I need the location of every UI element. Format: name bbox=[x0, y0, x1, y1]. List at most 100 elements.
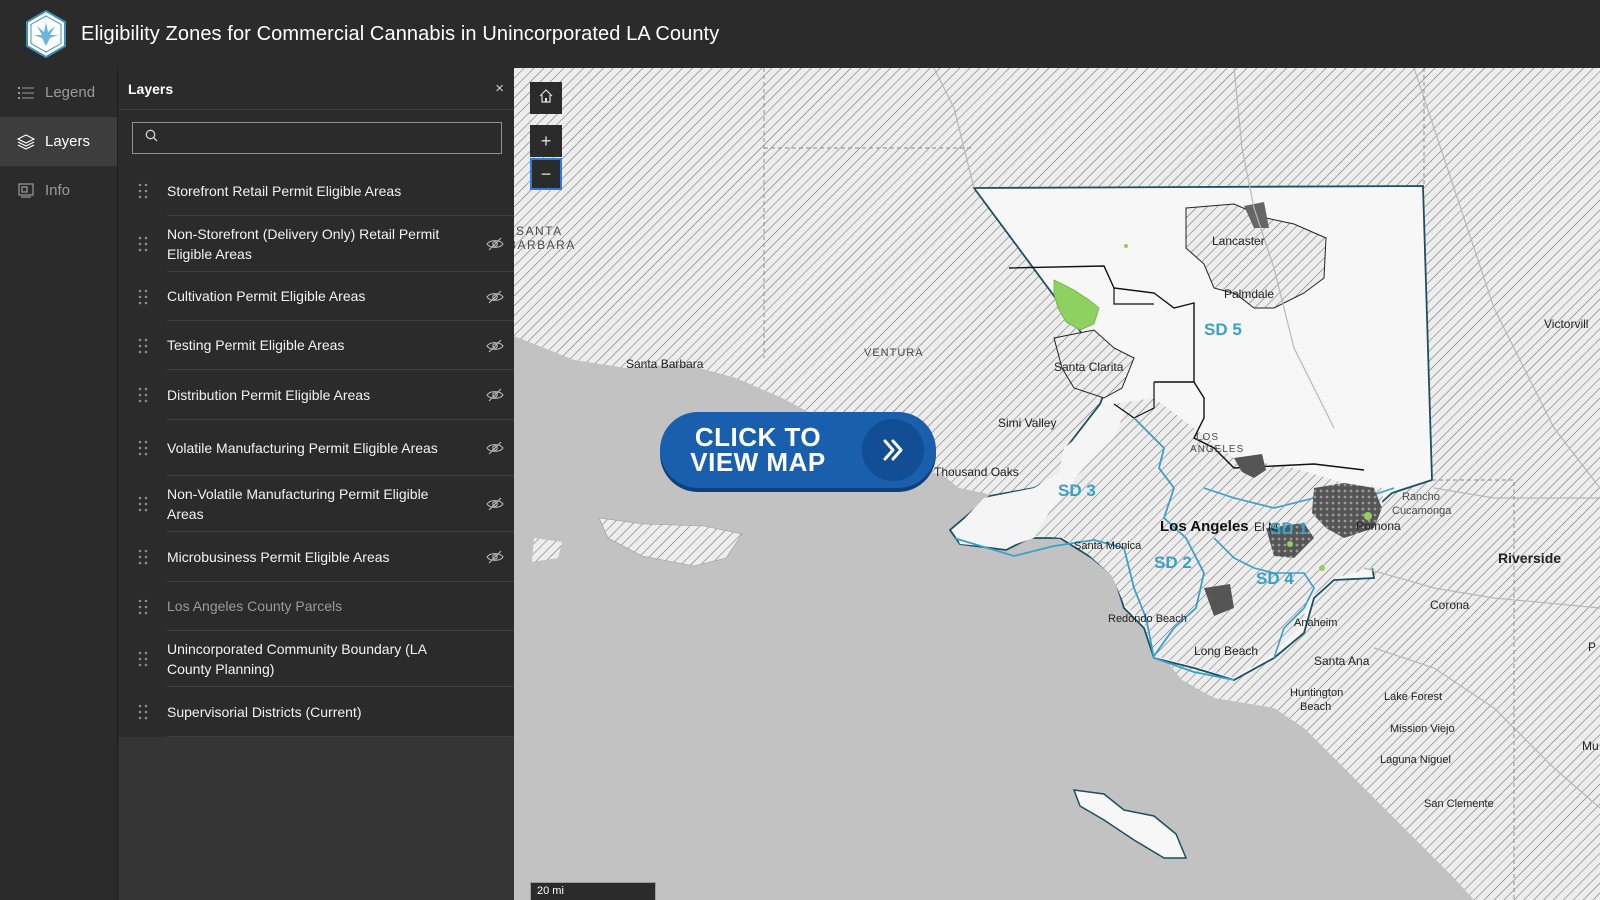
drag-handle-icon[interactable] bbox=[119, 704, 167, 720]
map-label-victorville: Victorvill bbox=[1544, 317, 1588, 331]
cannabis-logo-icon bbox=[24, 10, 68, 58]
visibility-off-icon[interactable] bbox=[486, 550, 504, 564]
map-label-santa-barbara-county: SANTA bbox=[516, 224, 563, 238]
rail-item-legend[interactable]: Legend bbox=[0, 68, 117, 117]
layer-item[interactable]: Los Angeles County Parcels bbox=[119, 582, 514, 631]
map-label-sd2: SD 2 bbox=[1154, 553, 1192, 572]
map-label-pomona: Pomona bbox=[1356, 519, 1401, 533]
map-label-laguna-niguel: Laguna Niguel bbox=[1380, 754, 1451, 766]
drag-handle-icon[interactable] bbox=[119, 651, 167, 667]
map-label-lancaster: Lancaster bbox=[1212, 234, 1265, 248]
map-label-san-clemente: San Clemente bbox=[1424, 798, 1494, 810]
layer-label: Unincorporated Community Boundary (LA Co… bbox=[167, 631, 514, 687]
list-icon bbox=[17, 84, 35, 102]
map-label-mission-viejo: Mission Viejo bbox=[1390, 723, 1455, 735]
layer-item[interactable]: Non-Storefront (Delivery Only) Retail Pe… bbox=[119, 216, 514, 272]
layers-icon bbox=[17, 133, 35, 151]
map-label-huntington: Huntington bbox=[1290, 687, 1343, 699]
map-label-thousand-oaks: Thousand Oaks bbox=[934, 465, 1019, 479]
drag-handle-icon[interactable] bbox=[119, 549, 167, 565]
layer-label: Non-Storefront (Delivery Only) Retail Pe… bbox=[167, 216, 514, 272]
visibility-off-icon[interactable] bbox=[486, 290, 504, 304]
visibility-off-icon[interactable] bbox=[486, 497, 504, 511]
map-label-anaheim: Anaheim bbox=[1294, 617, 1337, 629]
layer-item[interactable]: Non-Volatile Manufacturing Permit Eligib… bbox=[119, 476, 514, 532]
layer-label: Los Angeles County Parcels bbox=[167, 582, 514, 631]
visibility-off-icon[interactable] bbox=[486, 388, 504, 402]
rail-item-label: Info bbox=[45, 182, 71, 199]
search-icon bbox=[145, 129, 158, 147]
layers-panel: Layers × Storefront Retail Permit Eligib… bbox=[119, 68, 514, 900]
info-card-icon bbox=[17, 182, 35, 200]
map-label-santa-clarita: Santa Clarita bbox=[1054, 360, 1124, 374]
layer-label: Distribution Permit Eligible Areas bbox=[167, 370, 514, 420]
layer-item[interactable]: Storefront Retail Permit Eligible Areas bbox=[119, 166, 514, 216]
map-label-p-edge: P bbox=[1588, 640, 1596, 654]
visibility-off-icon[interactable] bbox=[486, 237, 504, 251]
map-label-santa-monica: Santa Monica bbox=[1074, 540, 1142, 552]
layer-item[interactable]: Cultivation Permit Eligible Areas bbox=[119, 272, 514, 321]
drag-handle-icon[interactable] bbox=[119, 338, 167, 354]
map-label-santa-barbara: Santa Barbara bbox=[626, 357, 704, 371]
drag-handle-icon[interactable] bbox=[119, 496, 167, 512]
map-label-santa-ana: Santa Ana bbox=[1314, 654, 1370, 668]
layer-search-input[interactable] bbox=[166, 130, 486, 146]
close-icon[interactable]: × bbox=[495, 80, 504, 97]
map-label-sd5: SD 5 bbox=[1204, 320, 1242, 339]
zoom-in-button[interactable]: + bbox=[530, 125, 562, 157]
map-label-riverside: Riverside bbox=[1498, 550, 1561, 566]
map-label-los-angeles: Los Angeles bbox=[1160, 518, 1249, 535]
zoom-out-button[interactable]: − bbox=[530, 158, 562, 190]
map-label-corona: Corona bbox=[1430, 598, 1470, 612]
map-label-sd1: SD 1 bbox=[1270, 519, 1308, 538]
view-map-button[interactable]: CLICK TO VIEW MAP bbox=[660, 412, 936, 488]
scale-bar: 20 mi bbox=[530, 882, 656, 900]
drag-handle-icon[interactable] bbox=[119, 440, 167, 456]
map-label-redondo: Redondo Beach bbox=[1108, 613, 1187, 625]
side-rail: Legend Layers Info bbox=[0, 68, 118, 900]
rail-item-label: Layers bbox=[45, 133, 91, 150]
layer-label: Non-Volatile Manufacturing Permit Eligib… bbox=[167, 476, 514, 532]
layer-item[interactable]: Testing Permit Eligible Areas bbox=[119, 321, 514, 370]
layer-search-box[interactable] bbox=[132, 122, 502, 154]
visibility-off-icon[interactable] bbox=[486, 441, 504, 455]
home-icon bbox=[538, 88, 554, 109]
layer-item[interactable]: Supervisorial Districts (Current) bbox=[119, 687, 514, 737]
map-label-simi-valley: Simi Valley bbox=[998, 416, 1056, 430]
rail-item-info[interactable]: Info bbox=[0, 166, 117, 215]
layer-label: Storefront Retail Permit Eligible Areas bbox=[167, 166, 514, 216]
layer-item[interactable]: Volatile Manufacturing Permit Eligible A… bbox=[119, 420, 514, 476]
layer-label: Supervisorial Districts (Current) bbox=[167, 687, 514, 737]
map-label-la-county: ANGELES bbox=[1190, 444, 1244, 455]
drag-handle-icon[interactable] bbox=[119, 236, 167, 252]
panel-header: Layers × bbox=[119, 68, 514, 110]
basemap: SANTA BARBARA Santa Barbara VENTURA Lanc… bbox=[514, 68, 1600, 900]
layer-item[interactable]: Unincorporated Community Boundary (LA Co… bbox=[119, 631, 514, 687]
map-label-rancho: Cucamonga bbox=[1392, 505, 1452, 517]
rail-item-layers[interactable]: Layers bbox=[0, 117, 117, 166]
map-label-palmdale: Palmdale bbox=[1224, 287, 1274, 301]
map-label-ventura: VENTURA bbox=[864, 347, 924, 359]
map-label-santa-barbara-county: BARBARA bbox=[514, 238, 576, 252]
double-chevron-right-icon bbox=[862, 419, 924, 481]
map-label-rancho: Rancho bbox=[1402, 491, 1440, 503]
app-header: Eligibility Zones for Commercial Cannabi… bbox=[0, 0, 1600, 68]
layer-label: Volatile Manufacturing Permit Eligible A… bbox=[167, 420, 514, 476]
map-label-sd4: SD 4 bbox=[1256, 569, 1294, 588]
layer-item[interactable]: Microbusiness Permit Eligible Areas bbox=[119, 532, 514, 582]
drag-handle-icon[interactable] bbox=[119, 387, 167, 403]
home-button[interactable] bbox=[530, 82, 562, 114]
drag-handle-icon[interactable] bbox=[119, 599, 167, 615]
view-map-line2: VIEW MAP bbox=[690, 447, 826, 477]
map-label-lake-forest: Lake Forest bbox=[1384, 691, 1442, 703]
layer-label: Cultivation Permit Eligible Areas bbox=[167, 272, 514, 321]
drag-handle-icon[interactable] bbox=[119, 289, 167, 305]
map-view[interactable]: SANTA BARBARA Santa Barbara VENTURA Lanc… bbox=[514, 68, 1600, 900]
map-label-long-beach: Long Beach bbox=[1194, 644, 1258, 658]
rail-item-label: Legend bbox=[45, 84, 96, 101]
layer-item[interactable]: Distribution Permit Eligible Areas bbox=[119, 370, 514, 420]
drag-handle-icon[interactable] bbox=[119, 183, 167, 199]
map-label-mu-edge: Mu bbox=[1582, 739, 1599, 753]
visibility-off-icon[interactable] bbox=[486, 339, 504, 353]
view-map-label: CLICK TO VIEW MAP bbox=[660, 424, 856, 477]
